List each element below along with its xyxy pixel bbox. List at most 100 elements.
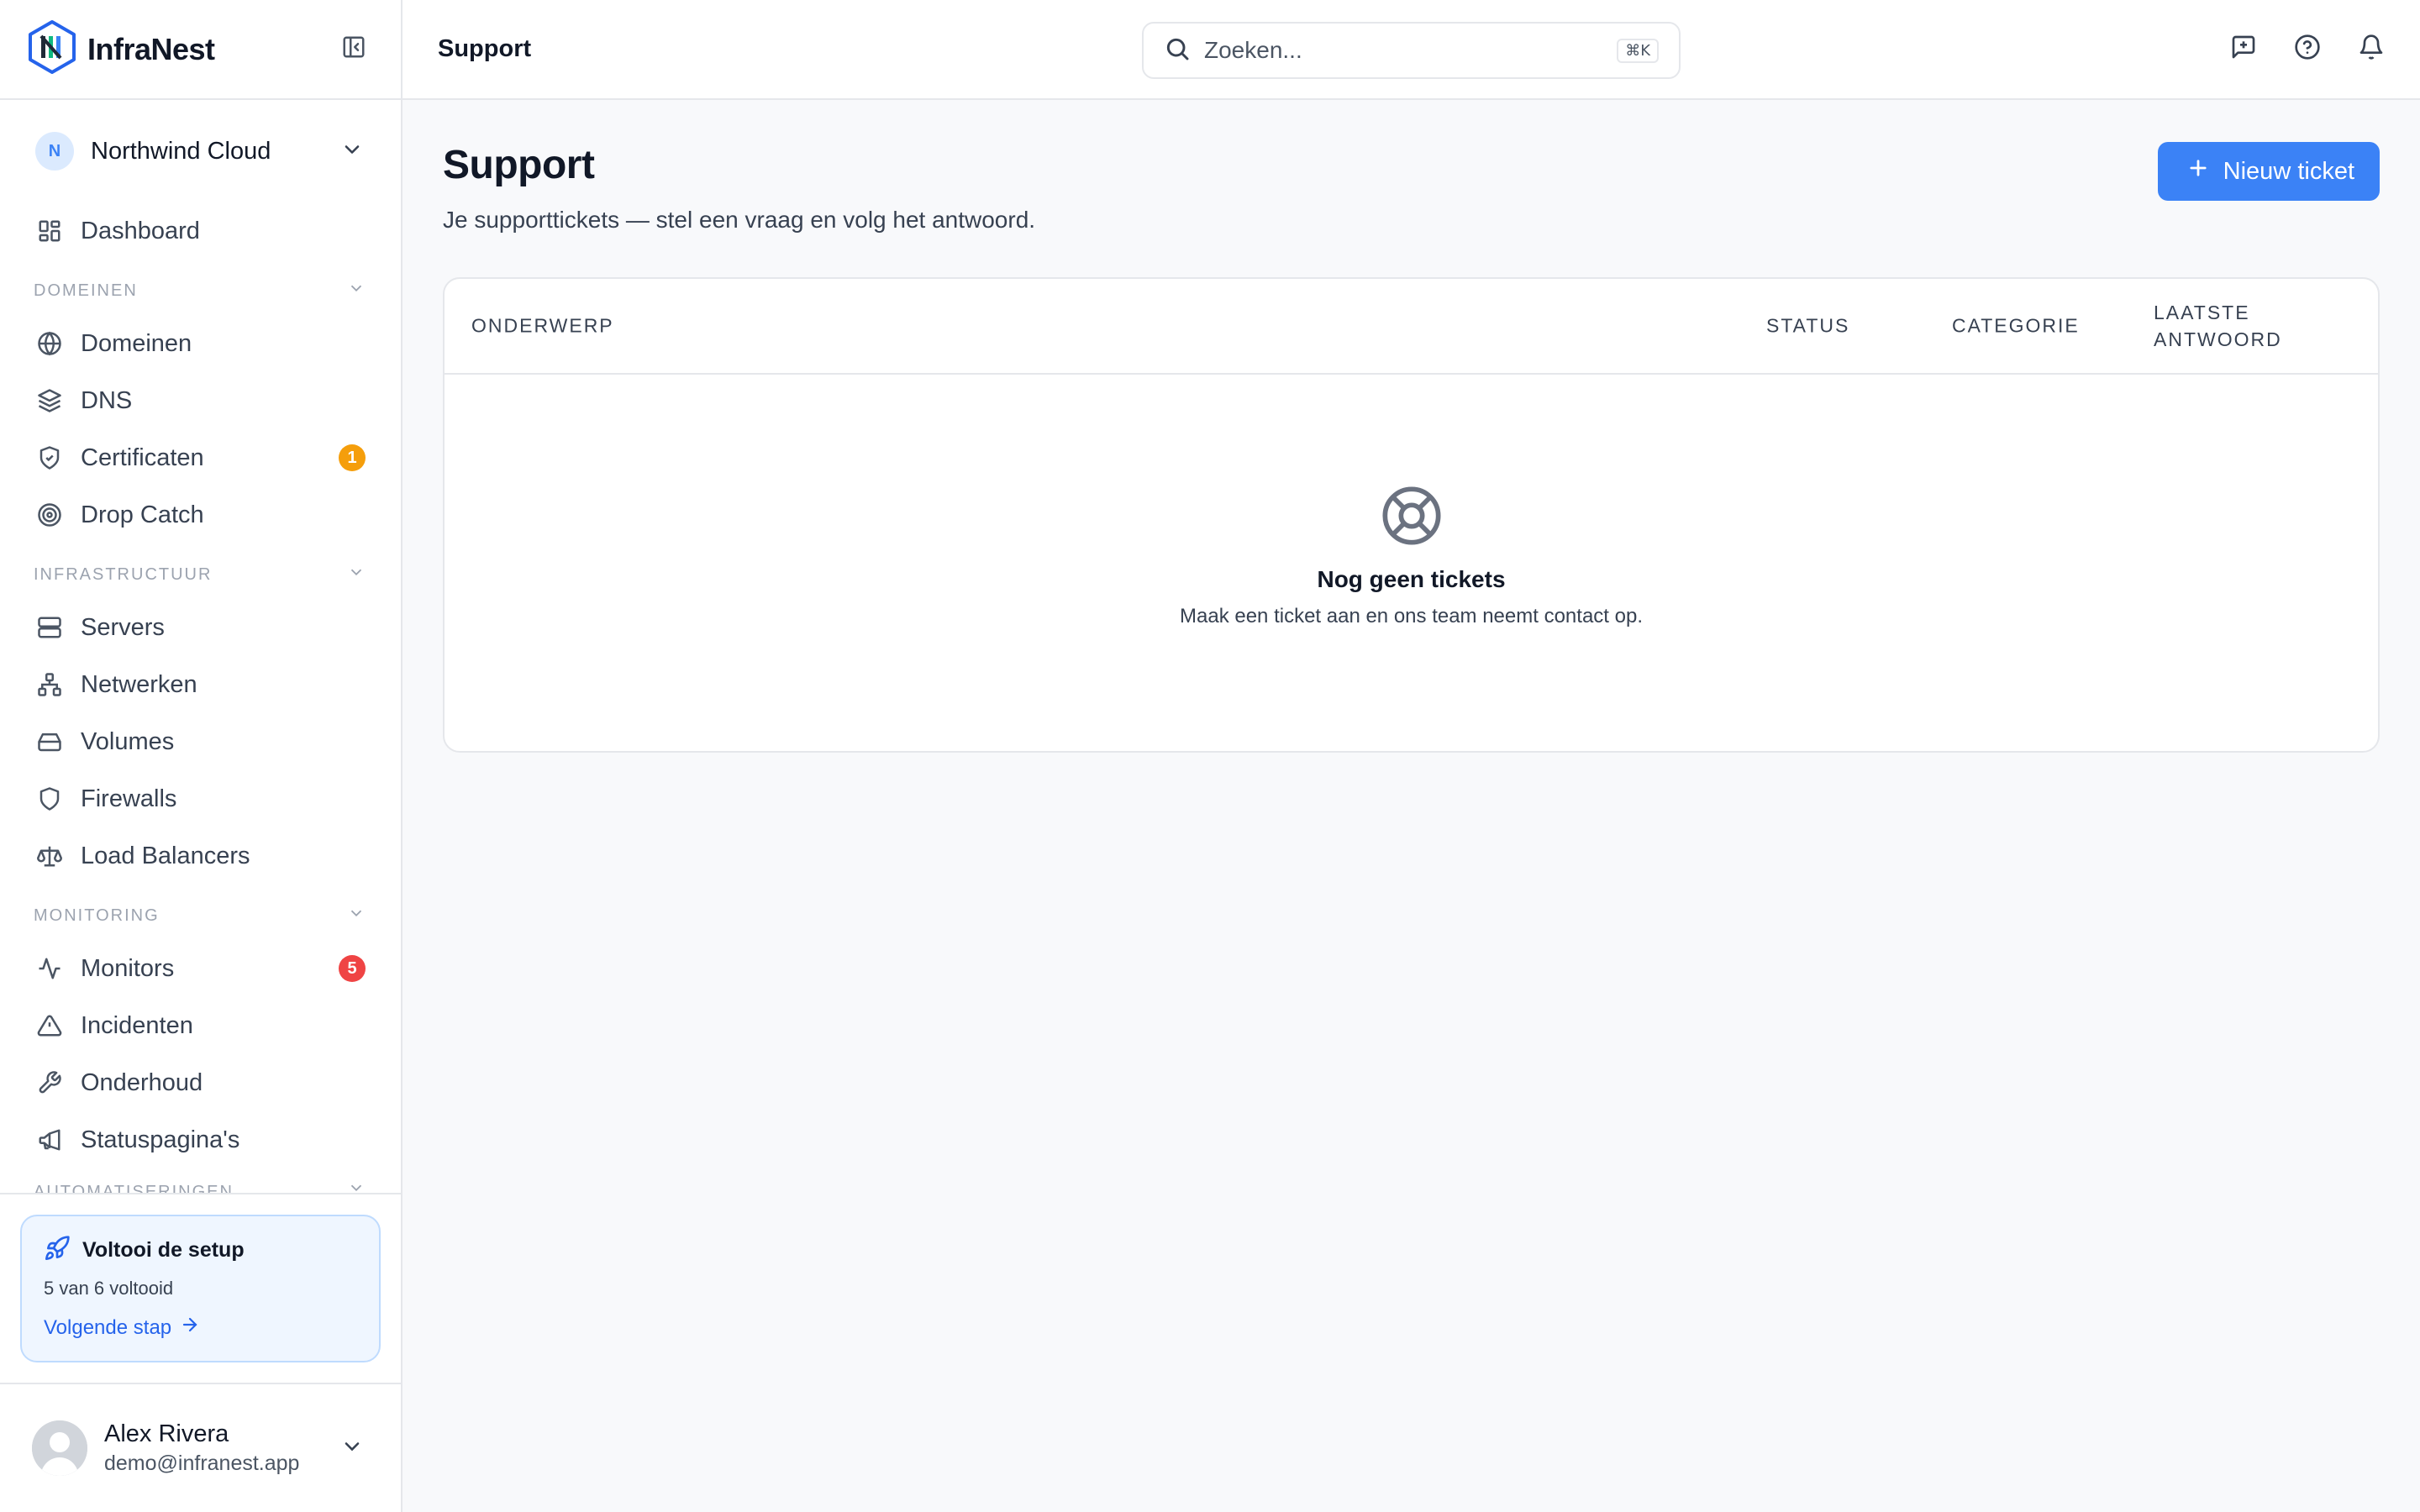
globe-icon — [35, 329, 64, 358]
sidebar-item-servers[interactable]: Servers — [20, 599, 381, 656]
section-label: INFRASTRUCTUUR — [34, 564, 213, 584]
empty-state-title: Nog geen tickets — [1317, 566, 1506, 592]
user-email: demo@infranest.app — [104, 1452, 300, 1475]
sidebar-item-label: Load Balancers — [81, 842, 250, 869]
sidebar-item-certificates[interactable]: Certificaten 1 — [20, 429, 381, 486]
avatar — [32, 1420, 87, 1476]
search-icon — [1164, 35, 1191, 66]
arrow-right-icon — [180, 1315, 200, 1341]
sidebar-item-label: Netwerken — [81, 670, 197, 698]
rocket-icon — [44, 1235, 71, 1266]
setup-card: Voltooi de setup 5 van 6 voltooid Volgen… — [20, 1215, 381, 1362]
org-switcher[interactable]: N Northwind Cloud — [0, 100, 401, 202]
section-label: MONITORING — [34, 906, 160, 925]
chevron-down-icon — [347, 563, 366, 586]
chevron-down-icon — [347, 904, 366, 927]
brand-logo-link[interactable]: InfraNest — [27, 19, 215, 79]
column-header-status[interactable]: STATUS — [1766, 315, 1849, 338]
setup-section: Voltooi de setup 5 van 6 voltooid Volgen… — [0, 1193, 401, 1383]
new-ticket-button[interactable]: Nieuw ticket — [2157, 142, 2380, 201]
bell-icon — [2358, 34, 2385, 65]
page-subtitle: Je supporttickets — stel een vraag en vo… — [443, 207, 1036, 233]
infranest-logo-icon — [27, 19, 77, 79]
sidebar-item-label: Statuspagina's — [81, 1126, 240, 1153]
setup-progress: 5 van 6 voltooid — [44, 1278, 174, 1299]
sidebar-item-status-pages[interactable]: Statuspagina's — [20, 1111, 381, 1168]
feedback-button[interactable] — [2228, 34, 2259, 64]
section-label: AUTOMATISERINGEN — [34, 1183, 234, 1193]
column-header-subject[interactable]: ONDERWERP — [471, 315, 614, 338]
sidebar-item-label: Domeinen — [81, 329, 192, 357]
setup-title: Voltooi de setup — [82, 1238, 245, 1262]
sidebar-item-label: Drop Catch — [81, 501, 204, 528]
sidebar-item-dashboard[interactable]: Dashboard — [20, 202, 381, 260]
column-header-last-reply[interactable]: LAATSTE ANTWOORD — [2154, 299, 2338, 353]
layout-dashboard-icon — [35, 217, 64, 245]
section-toggle-automation[interactable]: AUTOMATISERINGEN — [20, 1168, 381, 1193]
sidebar-item-label: Incidenten — [81, 1011, 193, 1039]
org-avatar: N — [35, 132, 74, 171]
empty-state-subtitle: Maak een ticket aan en ons team neemt co… — [1180, 605, 1643, 627]
section-toggle-domains[interactable]: DOMEINEN — [20, 260, 381, 315]
page-header: Support Je supporttickets — stel een vra… — [443, 142, 2380, 234]
column-header-category[interactable]: CATEGORIE — [1952, 315, 2080, 338]
next-step-link[interactable]: Volgende stap — [44, 1315, 357, 1341]
monitors-count-badge: 5 — [339, 955, 366, 982]
section-toggle-monitoring[interactable]: MONITORING — [20, 885, 381, 940]
activity-icon — [35, 954, 64, 983]
wrench-icon — [35, 1068, 64, 1097]
sidebar-item-label: Volumes — [81, 727, 175, 755]
message-plus-icon — [2230, 34, 2257, 65]
search-box[interactable]: ⌘K — [1142, 22, 1681, 79]
life-buoy-icon — [1380, 484, 1444, 548]
sidebar-item-drop-catch[interactable]: Drop Catch — [20, 486, 381, 543]
sidebar-item-networks[interactable]: Netwerken — [20, 656, 381, 713]
sidebar-item-firewalls[interactable]: Firewalls — [20, 770, 381, 827]
sidebar-item-label: Certificaten — [81, 444, 204, 471]
search-input[interactable] — [1204, 37, 1604, 64]
sidebar-item-label: Servers — [81, 613, 165, 641]
sidebar-item-maintenance[interactable]: Onderhoud — [20, 1054, 381, 1111]
sidebar: InfraNest N Northwind Cloud Dashboard DO… — [0, 0, 402, 1512]
plus-icon — [2186, 156, 2210, 186]
sidebar-item-label: Monitors — [81, 954, 175, 982]
next-step-label: Volgende stap — [44, 1315, 172, 1339]
org-name: Northwind Cloud — [91, 137, 271, 165]
sidebar-item-monitors[interactable]: Monitors 5 — [20, 940, 381, 997]
topbar: Support ⌘K — [402, 0, 2420, 100]
target-icon — [35, 501, 64, 529]
chevron-down-icon — [340, 1435, 364, 1462]
section-label: DOMEINEN — [34, 281, 138, 300]
network-icon — [35, 670, 64, 699]
app-root: InfraNest N Northwind Cloud Dashboard DO… — [0, 0, 2420, 1512]
user-name: Alex Rivera — [104, 1420, 229, 1447]
sidebar-item-label: Dashboard — [81, 217, 200, 244]
main-area: Support ⌘K — [402, 0, 2420, 1512]
chevron-down-icon — [340, 138, 364, 165]
page-content: Support Je supporttickets — stel een vra… — [402, 100, 2420, 753]
sidebar-item-incidents[interactable]: Incidenten — [20, 997, 381, 1054]
layers-icon — [35, 386, 64, 415]
page-title: Support — [443, 143, 595, 187]
empty-state: Nog geen tickets Maak een ticket aan en … — [445, 375, 2378, 628]
hard-drive-icon — [35, 727, 64, 756]
shield-check-icon — [35, 444, 64, 472]
sidebar-item-volumes[interactable]: Volumes — [20, 713, 381, 770]
sidebar-item-domains[interactable]: Domeinen — [20, 315, 381, 372]
help-button[interactable] — [2292, 34, 2323, 64]
sidebar-item-label: Firewalls — [81, 785, 177, 812]
megaphone-icon — [35, 1126, 64, 1154]
chevron-down-icon — [347, 279, 366, 302]
sidebar-item-dns[interactable]: DNS — [20, 372, 381, 429]
brand-name: InfraNest — [87, 31, 215, 66]
user-menu[interactable]: Alex Rivera demo@infranest.app — [0, 1383, 401, 1512]
tickets-table: ONDERWERP STATUS CATEGORIE LAATSTE ANTWO… — [443, 277, 2380, 753]
notifications-button[interactable] — [2356, 34, 2386, 64]
panel-left-close-icon — [341, 34, 366, 64]
section-toggle-infrastructure[interactable]: INFRASTRUCTUUR — [20, 543, 381, 599]
chevron-down-icon — [347, 1179, 366, 1193]
new-ticket-label: Nieuw ticket — [2223, 157, 2354, 185]
sidebar-item-load-balancers[interactable]: Load Balancers — [20, 827, 381, 885]
sidebar-collapse-button[interactable] — [337, 33, 371, 66]
shortcut-hint: ⌘K — [1617, 38, 1659, 63]
